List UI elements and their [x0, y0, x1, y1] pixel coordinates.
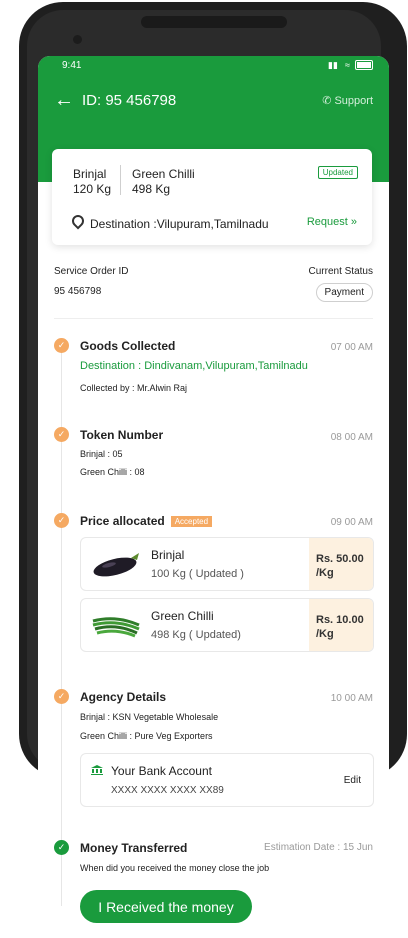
price-allocated-title: Price allocated Accepted: [80, 514, 213, 528]
bank-icon: [91, 765, 103, 775]
price-item-name: Green Chilli: [151, 609, 214, 623]
green-chilli-icon: [92, 617, 140, 638]
crop-name: Green Chilli: [132, 167, 195, 181]
crop-qty: 498 Kg: [132, 182, 171, 196]
token-number-time: 08 00 AM: [330, 432, 373, 443]
money-transferred-title: Money Transferred: [80, 841, 188, 855]
token-green-chilli: Green Chilli : 08: [80, 467, 145, 477]
app-screen: 9:41 ▮▮ ≈ ← ID: 95 456798 ✆ Support Brin…: [38, 56, 389, 938]
destination: Destination :Vilupuram,Tamilnadu: [69, 212, 269, 231]
crop-qty: 120 Kg: [73, 182, 112, 196]
updated-badge: Updated: [317, 166, 358, 179]
check-icon: ✓: [54, 513, 69, 528]
crop-summary-green-chilli: Green Chilli 498 Kg: [132, 167, 195, 197]
current-status-label: Current Status: [308, 266, 373, 277]
collected-by: Collected by : Mr.Alwin Raj: [80, 383, 188, 393]
price-rate-value: Rs. 50.00: [316, 553, 364, 565]
token-brinjal: Brinjal : 05: [80, 449, 123, 459]
wifi-icon: ≈: [345, 60, 350, 70]
price-card-brinjal: Brinjal 100 Kg ( Updated ) Rs. 50.00 /Kg: [80, 537, 374, 591]
check-icon: ✓: [54, 689, 69, 704]
status-badge: Payment: [315, 283, 373, 302]
received-money-button[interactable]: I Received the money: [80, 890, 252, 923]
price-item-qty: 498 Kg ( Updated): [151, 629, 241, 641]
support-label: Support: [334, 95, 373, 107]
bank-account-card: Your Bank Account XXXX XXXX XXXX XX89 Ed…: [80, 753, 374, 807]
crop-divider: [120, 165, 121, 195]
accepted-badge: Accepted: [170, 516, 213, 527]
price-card-green-chilli: Green Chilli 498 Kg ( Updated) Rs. 10.00…: [80, 598, 374, 652]
speaker-grille: [141, 16, 287, 28]
order-summary-card: Brinjal 120 Kg Green Chilli 498 Kg Updat…: [52, 149, 372, 245]
agency-green-chilli: Green Chilli : Pure Veg Exporters: [80, 731, 213, 741]
money-transferred-description: When did you received the money close th…: [80, 863, 270, 873]
status-icons: ▮▮ ≈: [328, 60, 373, 70]
bank-account-title: Your Bank Account: [111, 764, 212, 778]
request-link[interactable]: Request »: [307, 216, 357, 228]
goods-collected-title: Goods Collected: [80, 339, 176, 353]
agency-details-title: Agency Details: [80, 690, 167, 704]
price-rate-unit: /Kg: [316, 628, 334, 640]
location-pin-icon: [69, 212, 87, 230]
service-order-id: 95 456798: [54, 286, 102, 297]
goods-destination: Destination : Dindivanam,Vilupuram,Tamil…: [80, 360, 308, 372]
phone-icon: ✆: [322, 95, 332, 107]
crop-summary-brinjal: Brinjal 120 Kg: [73, 167, 111, 197]
price-rate-value: Rs. 10.00: [316, 614, 364, 626]
support-link[interactable]: ✆ Support: [322, 94, 373, 107]
signal-icon: ▮▮: [328, 60, 338, 70]
price-rate: Rs. 10.00 /Kg: [309, 599, 373, 651]
price-item-qty: 100 Kg ( Updated ): [151, 568, 244, 580]
goods-collected-time: 07 00 AM: [330, 342, 373, 353]
service-order-label: Service Order ID: [54, 266, 129, 277]
edit-bank-button[interactable]: Edit: [344, 775, 361, 786]
page-title: ID: 95 456798: [82, 92, 177, 109]
status-bar: 9:41 ▮▮ ≈: [38, 56, 389, 76]
price-allocated-label: Price allocated: [80, 514, 165, 528]
destination-text: Destination :Vilupuram,Tamilnadu: [90, 217, 269, 231]
battery-icon: [355, 60, 373, 70]
nav-bar: ← ID: 95 456798 ✆ Support: [38, 86, 389, 116]
check-icon: ✓: [54, 840, 69, 855]
status-time: 9:41: [62, 60, 82, 71]
price-allocated-time: 09 00 AM: [330, 517, 373, 528]
agency-brinjal: Brinjal : KSN Vegetable Wholesale: [80, 712, 219, 722]
eggplant-icon: [93, 553, 139, 577]
price-item-name: Brinjal: [151, 548, 185, 562]
section-divider: [54, 318, 373, 319]
crop-name: Brinjal: [73, 167, 107, 181]
back-arrow-icon[interactable]: ←: [54, 90, 74, 110]
token-number-title: Token Number: [80, 428, 164, 442]
front-camera: [73, 35, 82, 44]
check-icon: ✓: [54, 338, 69, 353]
bank-account-number: XXXX XXXX XXXX XX89: [111, 785, 224, 796]
price-rate: Rs. 50.00 /Kg: [309, 538, 373, 590]
check-icon: ✓: [54, 427, 69, 442]
agency-details-time: 10 00 AM: [330, 693, 373, 704]
price-rate-unit: /Kg: [316, 567, 334, 579]
estimation-date: Estimation Date : 15 Jun: [264, 842, 373, 853]
